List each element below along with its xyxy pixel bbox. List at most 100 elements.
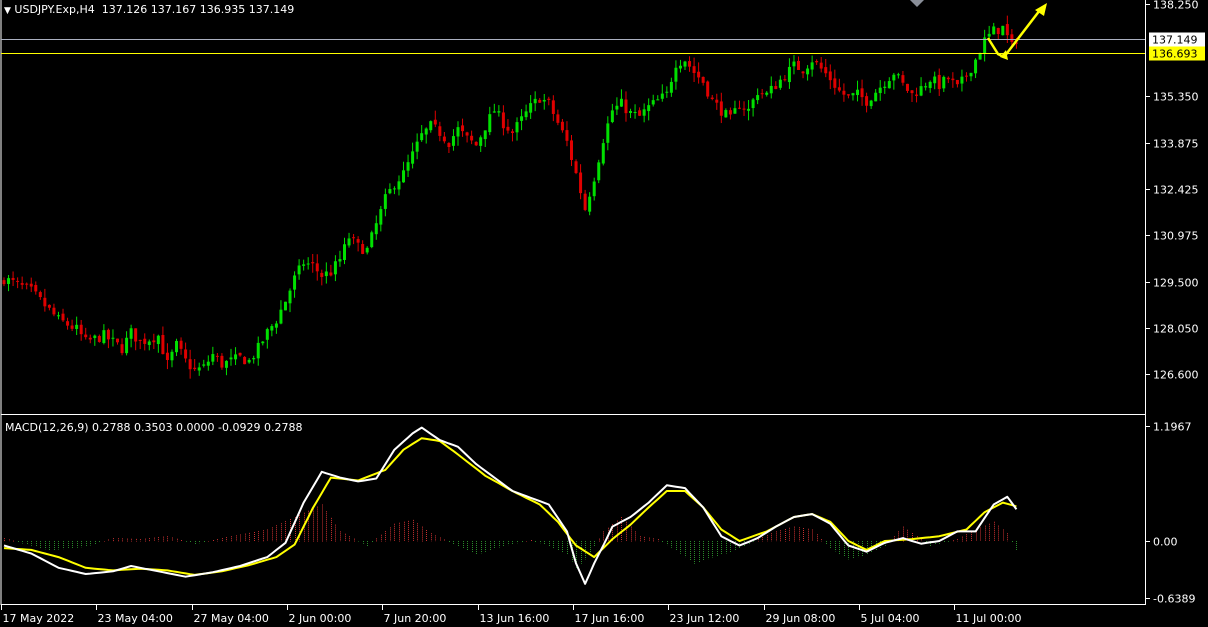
- candle-body: [638, 110, 642, 116]
- candle-body: [179, 340, 183, 349]
- candle-body: [792, 61, 796, 67]
- x-tick-label: 17 Jun 16:00: [575, 612, 645, 625]
- y-tick-label: 138.250: [1153, 0, 1199, 12]
- candle-body: [229, 357, 233, 360]
- candle-body: [846, 94, 850, 96]
- candle-body: [11, 277, 15, 280]
- candle-body: [206, 361, 210, 366]
- candle-body: [492, 111, 496, 113]
- candle-body: [869, 100, 873, 107]
- trading-chart[interactable]: 137.149136.693 138.250 135.350 133.875 132.…: [0, 0, 1208, 627]
- candle-body: [824, 67, 828, 74]
- menu-triangle-icon[interactable]: ▼: [4, 6, 11, 16]
- candle-body: [424, 128, 428, 135]
- candle-body: [656, 99, 660, 101]
- candle-body: [615, 105, 619, 110]
- candle-body: [451, 136, 455, 146]
- candle-body: [29, 283, 33, 287]
- candle-body: [88, 337, 92, 340]
- candle-body: [597, 162, 601, 181]
- x-tick-label: 7 Jun 20:00: [384, 612, 447, 625]
- candle-body: [324, 271, 328, 277]
- candle-body: [710, 97, 714, 99]
- candle-body: [769, 85, 773, 94]
- candle-body: [129, 328, 133, 339]
- x-tick-label: 23 Jun 12:00: [670, 612, 740, 625]
- candle-body: [756, 95, 760, 101]
- candle-body: [211, 354, 215, 362]
- candle-body: [651, 100, 655, 105]
- y-tick-label: 135.350: [1153, 91, 1199, 104]
- candle-body: [274, 323, 278, 328]
- candle-body: [565, 130, 569, 141]
- candle-body: [365, 247, 369, 253]
- x-tick-label: 23 May 04:00: [98, 612, 173, 625]
- candle-body: [93, 335, 97, 339]
- macd-tick-label: 1.1967: [1153, 421, 1192, 434]
- candle-body: [987, 33, 991, 37]
- candle-body: [978, 53, 982, 60]
- candle-body: [606, 123, 610, 143]
- candle-body: [61, 313, 65, 321]
- candle-body: [461, 125, 465, 132]
- candle-body: [497, 111, 501, 113]
- candle-body: [175, 340, 179, 353]
- candle-body: [969, 72, 973, 77]
- candle-body: [538, 99, 542, 103]
- candle-body: [43, 297, 47, 307]
- candle-body: [34, 284, 38, 292]
- candle-body: [283, 301, 287, 311]
- candle-body: [924, 86, 928, 88]
- candle-body: [202, 364, 206, 366]
- y-tick-label: 130.975: [1153, 230, 1199, 243]
- candle-body: [120, 344, 124, 354]
- candle-body: [420, 133, 424, 141]
- candle-body: [992, 26, 996, 35]
- candle-body: [960, 76, 964, 84]
- candle-body: [392, 188, 396, 190]
- x-tick-label: 27 May 04:00: [194, 612, 269, 625]
- candle-body: [256, 342, 260, 359]
- candle-body: [865, 96, 869, 106]
- candle-body: [238, 352, 242, 356]
- candle-body: [474, 141, 478, 146]
- candle-body: [533, 98, 537, 104]
- candle-body: [465, 132, 469, 136]
- candle-body: [243, 356, 247, 365]
- candle-body: [397, 181, 401, 190]
- candle-body: [297, 265, 301, 275]
- candle-body: [901, 75, 905, 83]
- candle-body: [515, 122, 519, 133]
- candle-body: [851, 93, 855, 96]
- candle-body: [860, 88, 864, 98]
- candle-body: [261, 341, 265, 344]
- candle-body: [311, 262, 315, 264]
- y-tick-label: 128.050: [1153, 323, 1199, 336]
- y-tick-label: 129.500: [1153, 277, 1199, 290]
- price-tag-text: 136.693: [1152, 48, 1198, 61]
- candle-body: [125, 337, 129, 354]
- candle-body: [433, 119, 437, 125]
- candle-body: [601, 143, 605, 164]
- candle-body: [288, 290, 292, 304]
- candle-body: [633, 112, 637, 114]
- candle-body: [896, 74, 900, 76]
- candle-body: [347, 238, 351, 246]
- candle-body: [815, 61, 819, 63]
- candle-body: [560, 121, 564, 131]
- candle-body: [220, 355, 224, 368]
- candle-body: [197, 367, 201, 371]
- candle-body: [370, 232, 374, 248]
- candle-body: [224, 360, 228, 368]
- candle-body: [20, 283, 24, 285]
- candle-body: [106, 329, 110, 340]
- candle-body: [184, 349, 188, 359]
- candle-body: [828, 71, 832, 81]
- candle-body: [7, 278, 11, 284]
- candle-body: [234, 354, 238, 360]
- candle-body: [833, 78, 837, 88]
- candle-body: [624, 99, 628, 114]
- candle-body: [333, 261, 337, 275]
- candle-body: [2, 280, 6, 285]
- candle-body: [374, 223, 378, 235]
